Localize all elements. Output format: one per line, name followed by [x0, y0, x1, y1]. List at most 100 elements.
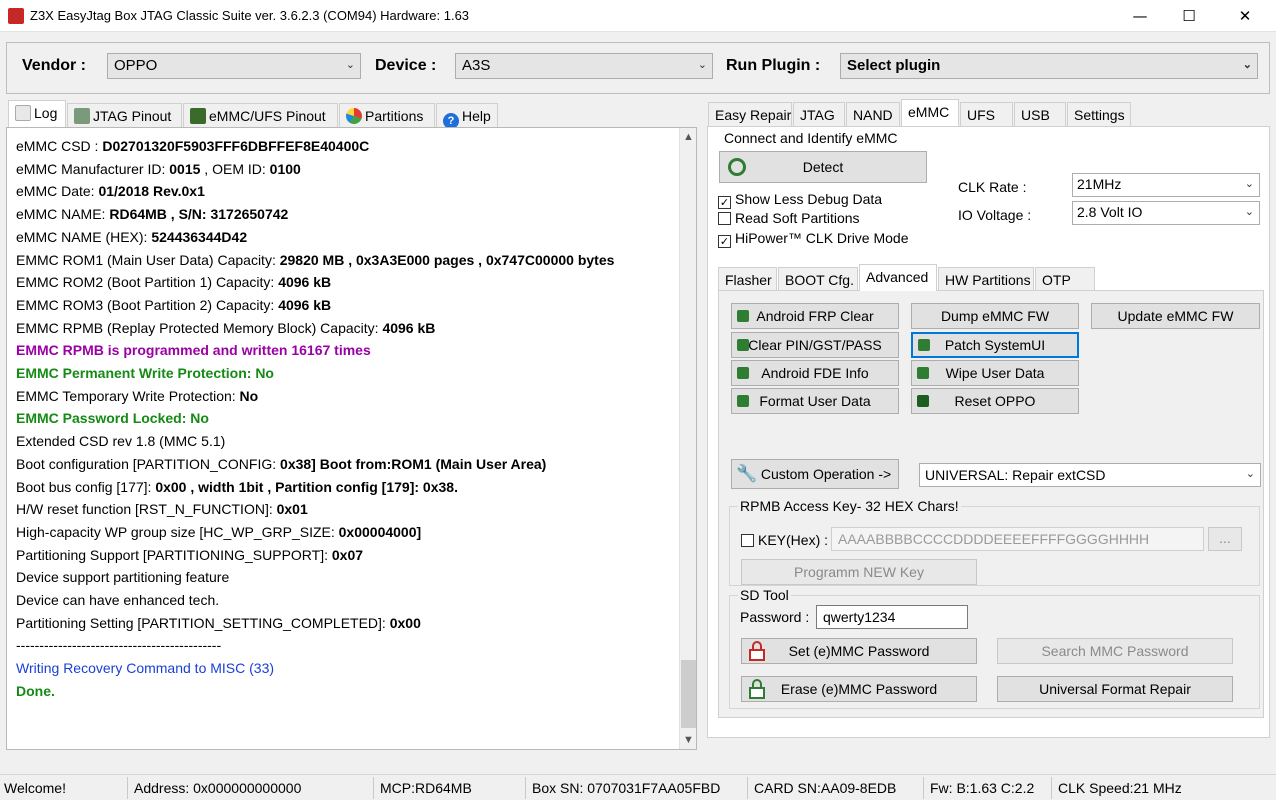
device-select[interactable]: A3S ⌄: [455, 53, 713, 79]
tab-boot-cfg[interactable]: BOOT Cfg.: [778, 267, 858, 291]
sub-tab-strip: Flasher BOOT Cfg. Advanced HW Partitions…: [718, 264, 1268, 291]
rpmb-key-input[interactable]: AAAABBBBCCCCDDDDEEEEFFFFGGGGHHHH: [831, 527, 1204, 551]
log-output[interactable]: eMMC CSD : D02701320F5903FFF6DBFFEF8E404…: [6, 127, 697, 750]
io-voltage-label: IO Voltage :: [958, 207, 1032, 223]
sd-tool-group: SD Tool Password : qwerty1234 Set (e)MMC…: [729, 587, 1260, 709]
vendor-device-bar: Vendor : OPPO ⌄ Device : A3S ⌄ Run Plugi…: [6, 42, 1270, 94]
reset-oppo-button[interactable]: Reset OPPO: [911, 388, 1079, 414]
tab-usb[interactable]: USB: [1014, 102, 1066, 126]
log-line: Writing Recovery Command to MISC (33): [16, 660, 275, 677]
io-voltage-select[interactable]: 2.8 Volt IO ⌄: [1072, 201, 1260, 225]
tab-otp[interactable]: OTP: [1035, 267, 1095, 291]
device-value: A3S: [462, 57, 491, 74]
log-line: Device support partitioning feature: [16, 569, 230, 586]
plugin-select[interactable]: Select plugin ⌄: [840, 53, 1258, 79]
tab-nand[interactable]: NAND: [846, 102, 900, 126]
log-line: Done.: [16, 682, 55, 699]
clk-rate-select[interactable]: 21MHz ⌄: [1072, 173, 1260, 197]
chevron-down-icon: ⌄: [1244, 178, 1254, 190]
read-soft-partitions-option[interactable]: Read Soft Partitions: [718, 210, 860, 226]
log-line: Extended CSD rev 1.8 (MMC 5.1): [16, 433, 226, 450]
vendor-select[interactable]: OPPO ⌄: [107, 53, 361, 79]
tab-advanced[interactable]: Advanced: [859, 264, 937, 291]
erase-emmc-password-button[interactable]: Erase (e)MMC Password: [741, 676, 977, 702]
log-line: eMMC Date: 01/2018 Rev.0x1: [16, 183, 205, 200]
key-hex-checkbox[interactable]: [741, 534, 754, 547]
custom-operation-button[interactable]: 🔧 Custom Operation ->: [731, 459, 899, 489]
lock-red-icon: [749, 641, 765, 661]
android-icon: [737, 310, 749, 322]
format-user-data-button[interactable]: Format User Data: [731, 388, 899, 414]
key-hex-option[interactable]: KEY(Hex) :: [741, 532, 828, 548]
clear-pin-button[interactable]: Clear PIN/GST/PASS: [731, 332, 899, 358]
read-soft-partitions-checkbox[interactable]: [718, 212, 731, 225]
update-emmc-fw-button[interactable]: Update eMMC FW: [1091, 303, 1260, 329]
password-input[interactable]: qwerty1234: [816, 605, 968, 629]
tab-settings[interactable]: Settings: [1067, 102, 1131, 126]
status-fw: Fw: B:1.63 C:2.2: [926, 777, 1052, 799]
connect-group: Connect and Identify eMMC Detect ✓ Show L…: [714, 130, 1262, 265]
left-tab-strip: Log JTAG Pinout eMMC/UFS Pinout Partitio…: [8, 100, 698, 129]
log-line: EMMC ROM3 (Boot Partition 2) Capacity: 4…: [16, 296, 332, 313]
log-line: High-capacity WP group size [HC_WP_GRP_S…: [16, 523, 422, 540]
lock-green-icon: [749, 679, 765, 699]
search-mmc-password-button[interactable]: Search MMC Password: [997, 638, 1233, 664]
status-mcp: MCP:RD64MB: [376, 777, 526, 799]
tab-log[interactable]: Log: [8, 100, 66, 127]
tab-easy-repair[interactable]: Easy Repair: [708, 102, 792, 126]
dump-emmc-fw-button[interactable]: Dump eMMC FW: [911, 303, 1079, 329]
custom-operation-select[interactable]: UNIVERSAL: Repair extCSD ⌄: [919, 463, 1261, 487]
log-line: H/W reset function [RST_N_FUNCTION]: 0x0…: [16, 501, 308, 518]
wipe-user-data-button[interactable]: Wipe User Data: [911, 360, 1079, 386]
tab-flasher[interactable]: Flasher: [718, 267, 777, 291]
android-icon: [737, 395, 749, 407]
log-line: EMMC ROM2 (Boot Partition 1) Capacity: 4…: [16, 274, 332, 291]
browse-key-button[interactable]: ...: [1208, 527, 1242, 551]
android-icon: [918, 339, 930, 351]
tab-help[interactable]: ? Help: [436, 103, 498, 129]
scroll-thumb[interactable]: [681, 660, 696, 728]
program-new-key-button[interactable]: Programm NEW Key: [741, 559, 977, 585]
status-bar: Welcome! Address: 0x000000000000 MCP:RD6…: [0, 774, 1276, 800]
log-line: eMMC NAME: RD64MB , S/N: 3172650742: [16, 206, 289, 223]
patch-systemui-button[interactable]: Patch SystemUI: [911, 332, 1079, 358]
title-bar: Z3X EasyJtag Box JTAG Classic Suite ver.…: [0, 0, 1276, 32]
hipower-checkbox[interactable]: ✓: [718, 235, 731, 248]
maximize-button[interactable]: ☐: [1166, 0, 1212, 32]
log-icon: [15, 105, 31, 121]
android-fde-info-button[interactable]: Android FDE Info: [731, 360, 899, 386]
minimize-button[interactable]: —: [1117, 0, 1163, 32]
device-label: Device :: [375, 57, 437, 74]
log-line: Device can have enhanced tech.: [16, 592, 220, 608]
detect-button[interactable]: Detect: [719, 151, 927, 183]
status-card-sn: CARD SN:AA09-8EDB: [750, 777, 924, 799]
tab-ufs[interactable]: UFS: [960, 102, 1013, 126]
android-icon: [917, 367, 929, 379]
advanced-panel: Android FRP Clear Clear PIN/GST/PASS And…: [718, 290, 1264, 718]
log-line: Partitioning Setting [PARTITION_SETTING_…: [16, 614, 421, 631]
memory-chip-icon: [190, 108, 206, 124]
android-frp-clear-button[interactable]: Android FRP Clear: [731, 303, 899, 329]
tab-hw-partitions[interactable]: HW Partitions: [938, 267, 1034, 291]
log-line: Boot configuration [PARTITION_CONFIG: 0x…: [16, 455, 547, 472]
tab-emmc[interactable]: eMMC: [901, 99, 959, 126]
log-scrollbar[interactable]: ▲ ▼: [679, 128, 696, 749]
log-line: ----------------------------------------…: [16, 637, 222, 654]
hipower-option[interactable]: ✓ HiPower™ CLK Drive Mode: [718, 230, 909, 248]
show-less-debug-checkbox[interactable]: ✓: [718, 196, 731, 209]
sd-tool-title: SD Tool: [738, 587, 791, 603]
android-icon: [737, 367, 749, 379]
tab-jtag[interactable]: JTAG: [793, 102, 845, 126]
tab-partitions[interactable]: Partitions: [339, 103, 435, 127]
log-line: EMMC Password Locked: No: [16, 410, 209, 427]
scroll-down-icon[interactable]: ▼: [680, 734, 696, 746]
universal-format-repair-button[interactable]: Universal Format Repair: [997, 676, 1233, 702]
connect-group-title: Connect and Identify eMMC: [722, 130, 900, 146]
set-emmc-password-button[interactable]: Set (e)MMC Password: [741, 638, 977, 664]
log-line: EMMC ROM1 (Main User Data) Capacity: 298…: [16, 251, 615, 268]
tab-jtag-pinout[interactable]: JTAG Pinout: [67, 103, 182, 127]
close-button[interactable]: ✕: [1222, 0, 1268, 32]
scroll-up-icon[interactable]: ▲: [680, 131, 696, 143]
show-less-debug-option[interactable]: ✓ Show Less Debug Data: [718, 191, 882, 209]
tab-emmc-ufs-pinout[interactable]: eMMC/UFS Pinout: [183, 103, 338, 127]
